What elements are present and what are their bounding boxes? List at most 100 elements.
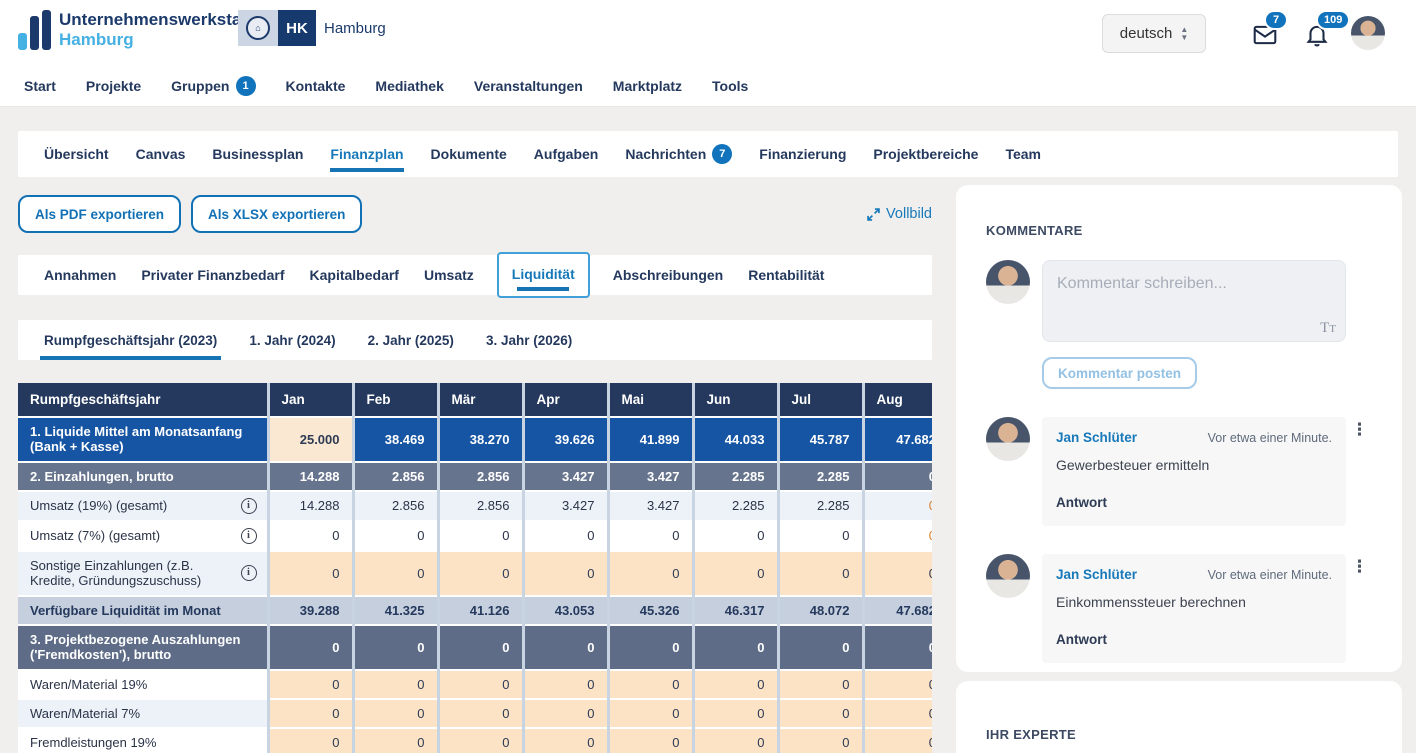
table-value-cell[interactable]: 0 bbox=[521, 697, 608, 729]
nav-item-tools[interactable]: Tools bbox=[712, 76, 748, 96]
table-value-cell: 44.033 bbox=[691, 416, 778, 462]
plan-tab-privater finanzbedarf[interactable]: Privater Finanzbedarf bbox=[141, 267, 284, 283]
kebab-menu-icon[interactable]: ⋮ bbox=[1351, 421, 1368, 438]
project-tab-businessplan[interactable]: Businessplan bbox=[212, 131, 303, 177]
year-tab[interactable]: 1. Jahr (2024) bbox=[249, 320, 335, 360]
row-label-cell: Verfügbare Liquidität im Monat bbox=[18, 594, 268, 625]
project-tab-übersicht[interactable]: Übersicht bbox=[44, 131, 109, 177]
table-value-cell[interactable]: 0 bbox=[351, 549, 438, 596]
comment-author-avatar bbox=[986, 554, 1030, 598]
export-xlsx-button[interactable]: Als XLSX exportieren bbox=[191, 195, 363, 233]
month-column-header: Jun bbox=[691, 383, 778, 417]
table-value-cell[interactable]: 0 bbox=[606, 549, 693, 596]
user-avatar[interactable] bbox=[1351, 16, 1385, 50]
table-value-cell[interactable]: 0 bbox=[691, 727, 778, 753]
project-tab-team[interactable]: Team bbox=[1005, 131, 1041, 177]
table-value-cell: 41.126 bbox=[436, 594, 523, 625]
nav-item-veranstaltungen[interactable]: Veranstaltungen bbox=[474, 76, 583, 96]
table-value-cell[interactable]: 0 bbox=[266, 727, 353, 753]
project-tab-finanzplan[interactable]: Finanzplan bbox=[330, 131, 404, 177]
table-value-cell: 0 bbox=[861, 489, 932, 521]
comment-reply-link[interactable]: Antwort bbox=[1056, 632, 1332, 647]
table-value-cell[interactable]: 0 bbox=[861, 697, 932, 729]
row-label: Verfügbare Liquidität im Monat bbox=[30, 602, 221, 618]
project-tab-dokumente[interactable]: Dokumente bbox=[431, 131, 507, 177]
table-value-cell[interactable]: 0 bbox=[606, 727, 693, 753]
plan-tab-umsatz[interactable]: Umsatz bbox=[424, 267, 474, 283]
table-value-cell[interactable]: 0 bbox=[266, 549, 353, 596]
liquidity-table-container: Rumpfgeschäftsjahr Jan Feb Mär Apr Mai Jun Jul A… bbox=[18, 383, 932, 753]
comment-author-link[interactable]: Jan Schlüter bbox=[1056, 430, 1137, 445]
app-logo[interactable]: Unternehmenswerkstatt Hamburg bbox=[18, 10, 253, 50]
table-value-cell[interactable]: 0 bbox=[691, 697, 778, 729]
kebab-menu-icon[interactable]: ⋮ bbox=[1351, 558, 1368, 575]
nav-item-gruppen[interactable]: Gruppen 1 bbox=[171, 76, 256, 96]
table-value-cell[interactable]: 0 bbox=[691, 549, 778, 596]
table-value-cell[interactable]: 0 bbox=[266, 697, 353, 729]
plan-tab-rentabilität[interactable]: Rentabilität bbox=[748, 267, 824, 283]
table-value-cell[interactable]: 0 bbox=[266, 668, 353, 699]
table-value-cell[interactable]: 0 bbox=[606, 668, 693, 699]
info-icon[interactable]: i bbox=[240, 527, 257, 544]
project-tab-nachrichten[interactable]: Nachrichten 7 bbox=[625, 131, 733, 177]
nav-item-marktplatz[interactable]: Marktplatz bbox=[613, 76, 682, 96]
nav-item-start[interactable]: Start bbox=[24, 76, 56, 96]
table-value-cell[interactable]: 0 bbox=[521, 668, 608, 699]
table-value-cell[interactable]: 0 bbox=[776, 549, 863, 596]
info-icon[interactable]: i bbox=[240, 565, 257, 582]
comment-input[interactable] bbox=[1042, 260, 1346, 342]
table-value-cell[interactable]: 0 bbox=[436, 549, 523, 596]
plan-tab-kapitalbedarf[interactable]: Kapitalbedarf bbox=[310, 267, 399, 283]
nav-item-kontakte[interactable]: Kontakte bbox=[286, 76, 346, 96]
project-tab-projektbereiche[interactable]: Projektbereiche bbox=[873, 131, 978, 177]
table-value-cell[interactable]: 0 bbox=[436, 668, 523, 699]
table-value-cell: 14.288 bbox=[266, 489, 353, 521]
table-value-cell[interactable]: 0 bbox=[436, 697, 523, 729]
plan-tab-abschreibungen[interactable]: Abschreibungen bbox=[613, 267, 723, 283]
table-value-cell[interactable]: 0 bbox=[691, 668, 778, 699]
row-label-cell: Fremdleistungen 19% bbox=[18, 727, 268, 753]
year-tab[interactable]: 2. Jahr (2025) bbox=[368, 320, 454, 360]
text-format-icon[interactable]: TT bbox=[1320, 320, 1336, 337]
export-pdf-button[interactable]: Als PDF exportieren bbox=[18, 195, 182, 233]
nav-item-mediathek[interactable]: Mediathek bbox=[375, 76, 443, 96]
messages-button[interactable]: 7 bbox=[1252, 10, 1288, 48]
table-value-cell[interactable]: 0 bbox=[776, 727, 863, 753]
table-value-cell[interactable]: 0 bbox=[521, 727, 608, 753]
project-tab-canvas[interactable]: Canvas bbox=[136, 131, 186, 177]
table-row: 3. Projektbezogene Auszahlungen ('Fremdk… bbox=[18, 623, 932, 670]
comment-reply-link[interactable]: Antwort bbox=[1056, 495, 1332, 510]
info-icon[interactable]: i bbox=[240, 497, 257, 514]
comment-author-link[interactable]: Jan Schlüter bbox=[1056, 567, 1137, 582]
table-value-cell[interactable]: 0 bbox=[861, 668, 932, 699]
table-value-cell[interactable]: 0 bbox=[861, 549, 932, 596]
table-value-cell[interactable]: 25.000 bbox=[266, 416, 353, 462]
fullscreen-link[interactable]: Vollbild bbox=[866, 206, 932, 222]
row-label: 3. Projektbezogene Auszahlungen ('Fremdk… bbox=[30, 631, 241, 663]
project-tab-aufgaben[interactable]: Aufgaben bbox=[534, 131, 599, 177]
table-value-cell[interactable]: 0 bbox=[521, 549, 608, 596]
table-value-cell[interactable]: 0 bbox=[861, 727, 932, 753]
table-value-cell[interactable]: 0 bbox=[776, 668, 863, 699]
language-selector[interactable]: deutsch ▲ ▼ bbox=[1102, 14, 1206, 53]
table-value-cell[interactable]: 0 bbox=[351, 697, 438, 729]
table-header-row: Rumpfgeschäftsjahr Jan Feb Mär Apr Mai Jun Jul A… bbox=[18, 383, 932, 417]
notifications-button[interactable]: 109 bbox=[1304, 10, 1351, 48]
table-value-cell[interactable]: 0 bbox=[351, 727, 438, 753]
year-tab[interactable]: 3. Jahr (2026) bbox=[486, 320, 572, 360]
table-value-cell[interactable]: 0 bbox=[351, 668, 438, 699]
table-value-cell[interactable]: 0 bbox=[436, 727, 523, 753]
nav-item-projekte[interactable]: Projekte bbox=[86, 76, 141, 96]
post-comment-button[interactable]: Kommentar posten bbox=[1042, 357, 1198, 389]
comment-head: Jan Schlüter Vor etwa einer Minute. bbox=[1056, 430, 1332, 445]
table-row: Umsatz (7%) (gesamt)i00000000 bbox=[18, 519, 932, 551]
table-value-cell[interactable]: 0 bbox=[606, 697, 693, 729]
row-label: Umsatz (7%) (gesamt) bbox=[30, 528, 161, 544]
nav-item-label: Mediathek bbox=[375, 78, 444, 94]
table-value-cell[interactable]: 0 bbox=[776, 697, 863, 729]
year-tab[interactable]: Rumpfgeschäftsjahr (2023) bbox=[39, 320, 222, 360]
table-value-cell: 38.270 bbox=[436, 416, 523, 462]
project-tab-finanzierung[interactable]: Finanzierung bbox=[759, 131, 846, 177]
plan-tab-liquidität[interactable]: Liquidität bbox=[496, 252, 590, 298]
plan-tab-annahmen[interactable]: Annahmen bbox=[44, 267, 116, 283]
